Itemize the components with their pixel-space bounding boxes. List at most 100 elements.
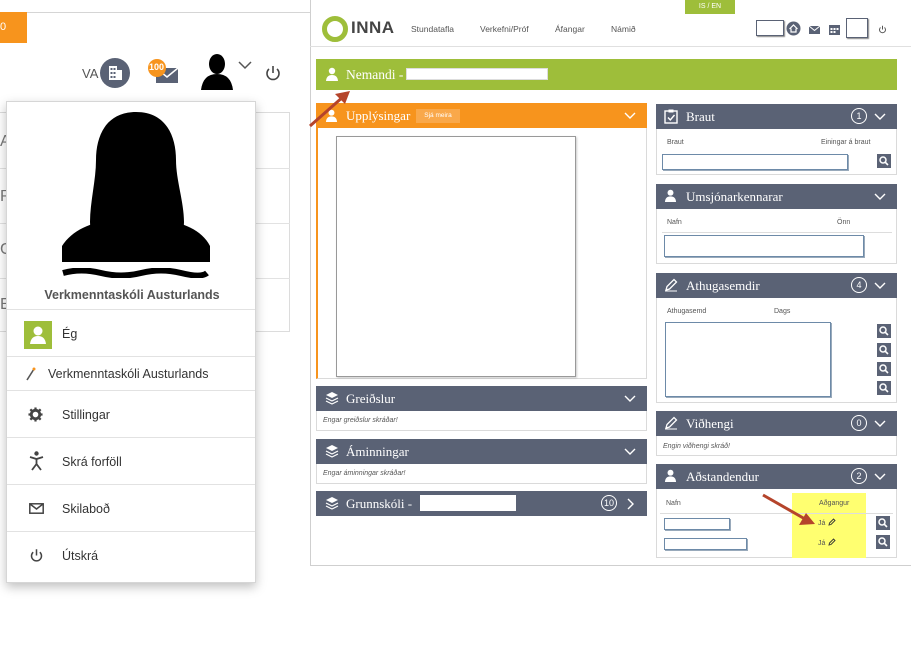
athugasemd-col-label: Athugasemd	[667, 308, 707, 315]
vidhengi-count: 0	[851, 415, 867, 431]
logo-text[interactable]: INNA	[351, 18, 395, 38]
search-icon[interactable]	[877, 324, 891, 338]
gear-icon	[28, 407, 43, 422]
nav-stundatafla[interactable]: Stundatafla	[411, 24, 454, 34]
user-dropdown: Verkmenntaskóli Austurlands Ég Verkmennt…	[6, 101, 256, 583]
search-icon[interactable]	[876, 535, 890, 549]
adstandendur-count: 2	[851, 468, 867, 484]
calendar-icon[interactable]	[829, 25, 840, 35]
guardian-name-field[interactable]	[664, 518, 730, 530]
top-border	[0, 12, 310, 13]
inna-logo-icon[interactable]	[322, 16, 348, 42]
building-icon[interactable]	[100, 58, 130, 88]
orange-tab[interactable]: 0	[0, 12, 27, 43]
search-icon[interactable]	[877, 343, 891, 357]
mail-icon[interactable]	[809, 26, 820, 34]
athugasemdir-header[interactable]: Athugasemdir 4	[656, 273, 897, 298]
search-icon[interactable]	[877, 154, 891, 168]
search-icon[interactable]	[877, 381, 891, 395]
chevron-right-icon[interactable]	[625, 498, 635, 510]
org-initials: VA	[82, 66, 99, 81]
nav-verkefni[interactable]: Verkefni/Próf	[480, 24, 529, 34]
vidhengi-panel: Engin viðhengi skráð!	[656, 436, 897, 456]
row-divider	[662, 232, 892, 233]
user-avatar-icon[interactable]	[197, 52, 237, 90]
athugasemd-textarea[interactable]	[665, 322, 831, 397]
nav-namid[interactable]: Námið	[611, 24, 636, 34]
search-icon[interactable]	[877, 362, 891, 376]
chevron-down-icon[interactable]	[873, 281, 887, 291]
language-toggle[interactable]: IS / EN	[685, 0, 735, 14]
wand-icon	[26, 367, 36, 381]
athugasemdir-count: 4	[851, 277, 867, 293]
see-more-button[interactable]: Sjá meira	[416, 109, 460, 123]
umsjon-field[interactable]	[664, 235, 864, 257]
messages-badge-icon[interactable]: 100	[146, 58, 180, 86]
athugasemdir-panel: Athugasemd Dags	[656, 298, 897, 403]
vidhengi-header[interactable]: Viðhengi 0	[656, 411, 897, 436]
person-icon	[664, 469, 677, 482]
greidslur-title: Greiðslur	[346, 391, 396, 406]
menu-item-label: Verkmenntaskóli Austurlands	[48, 367, 209, 381]
upplysingar-title: Upplýsingar	[346, 108, 411, 123]
adstandendur-header[interactable]: Aðstandendur 2	[656, 464, 897, 489]
student-photo-frame	[336, 136, 576, 377]
pencil-icon[interactable]	[828, 538, 836, 546]
school-name: Verkmenntaskóli Austurlands	[44, 288, 220, 302]
chevron-down-icon[interactable]	[623, 111, 637, 121]
braut-header[interactable]: Braut 1	[656, 104, 897, 129]
greidslur-header[interactable]: Greiðslur	[316, 386, 647, 411]
vidhengi-empty: Engin viðhengi skráð!	[663, 443, 730, 450]
grunnskoli-title: Grunnskóli -	[346, 496, 413, 511]
aminningar-panel: Engar áminningar skráðar!	[316, 464, 647, 484]
aminningar-empty: Engar áminningar skráðar!	[323, 470, 406, 477]
search-icon[interactable]	[876, 516, 890, 530]
menu-item-logout[interactable]: Útskrá	[7, 531, 255, 583]
aminningar-header[interactable]: Áminningar	[316, 439, 647, 464]
grunnskoli-header[interactable]: Grunnskóli - 10	[316, 491, 647, 516]
umsjon-header[interactable]: Umsjónarkennarar	[656, 184, 897, 209]
menu-item-school[interactable]: Verkmenntaskóli Austurlands	[7, 356, 255, 390]
dags-col-label: Dags	[774, 308, 791, 315]
chevron-down-icon[interactable]	[873, 472, 887, 482]
layers-icon	[325, 497, 339, 510]
chevron-down-icon[interactable]	[623, 447, 637, 457]
access-value: Já	[818, 520, 826, 527]
menu-item-label: Stillingar	[62, 408, 110, 422]
braut-field[interactable]	[662, 154, 848, 170]
guardian-name-field[interactable]	[664, 538, 747, 550]
home-icon[interactable]	[786, 21, 801, 36]
upplysingar-header[interactable]: Upplýsingar Sjá meira	[316, 103, 647, 128]
pencil-icon	[665, 416, 678, 430]
menu-item-settings[interactable]: Stillingar	[7, 390, 255, 437]
chevron-down-icon[interactable]	[873, 419, 887, 429]
menu-item-messages[interactable]: Skilaboð	[7, 484, 255, 531]
pencil-icon[interactable]	[828, 518, 836, 526]
redacted-name	[62, 268, 209, 278]
onn-col-label: Önn	[837, 219, 851, 226]
aminningar-title: Áminningar	[346, 444, 409, 459]
chevron-down-icon[interactable]	[873, 192, 887, 202]
menu-item-eg[interactable]: Ég	[7, 309, 255, 356]
power-icon[interactable]	[264, 64, 282, 82]
nafn-col-label: Nafn	[667, 219, 682, 226]
athugasemdir-title: Athugasemdir	[686, 278, 760, 293]
annotation-arrow-icon	[309, 91, 350, 128]
profile-box[interactable]	[846, 18, 868, 38]
adstandendur-title: Aðstandendur	[686, 469, 759, 484]
chevron-down-icon[interactable]	[623, 394, 637, 404]
nav-afangar[interactable]: Áfangar	[555, 24, 585, 34]
annotation-arrow-icon	[762, 493, 815, 525]
chevron-down-icon[interactable]	[873, 112, 887, 122]
chevron-down-icon[interactable]	[237, 58, 253, 70]
person-icon	[664, 189, 677, 202]
einingar-col-label: Einingar á braut	[821, 139, 871, 146]
header-box[interactable]	[756, 20, 784, 36]
power-icon[interactable]	[878, 25, 887, 34]
nafn-col-label: Nafn	[666, 500, 681, 507]
pencil-icon	[665, 278, 678, 292]
grunnskoli-count: 10	[601, 495, 617, 511]
menu-item-label: Skrá forföll	[62, 455, 122, 469]
menu-item-absence[interactable]: Skrá forföll	[7, 437, 255, 484]
student-name-redacted	[406, 68, 548, 80]
